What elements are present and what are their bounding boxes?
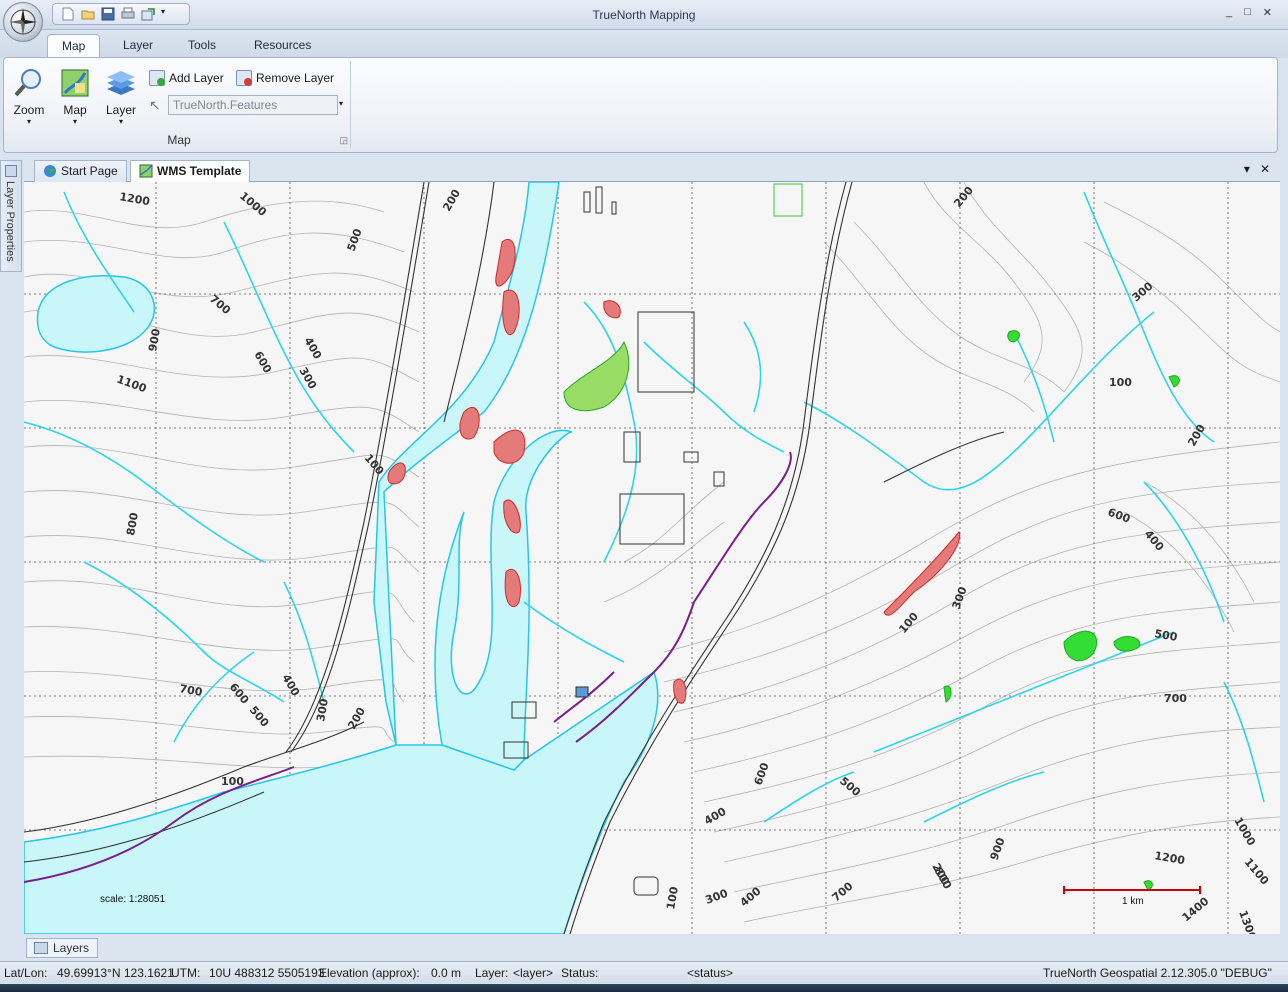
window-controls: _ □ ✕: [1226, 6, 1272, 19]
pointer-arrow-icon: ↖: [149, 96, 161, 113]
ribbon-panel: Zoom ▾ Map ▾ Layer ▾ Add Layer Remove La…: [3, 57, 1278, 153]
map-group: Zoom ▾ Map ▾ Layer ▾ Add Layer Remove La…: [7, 61, 351, 149]
chevron-down-icon: ▾: [72, 117, 77, 126]
contour-label: 100: [1109, 376, 1132, 389]
map-button[interactable]: Map ▾: [55, 67, 95, 127]
layer-status-value: <layer>: [513, 966, 554, 980]
chevron-down-icon: ▾: [26, 117, 31, 126]
layer-properties-label: Layer Properties: [4, 181, 16, 262]
layer-button[interactable]: Layer ▾: [101, 67, 141, 127]
status-bar: Lat/Lon: 49.69913°N 123.1621 UTM: 10U 48…: [0, 961, 1288, 983]
scale-ratio-text: scale: 1:28051: [100, 894, 166, 905]
elevation-value: 0.0 m: [431, 966, 462, 980]
layers-stack-icon: [105, 67, 137, 99]
title-bar: ▾ TrueNorth Mapping _ □ ✕: [0, 0, 1288, 30]
remove-layer-button[interactable]: Remove Layer: [236, 69, 334, 87]
layers-icon: [34, 942, 48, 954]
utm-value: 10U 488312 5505193: [209, 966, 325, 980]
tab-wms-template[interactable]: WMS Template: [130, 160, 251, 182]
globe-icon: [43, 164, 57, 178]
version-text: TrueNorth Geospatial 2.12.305.0 "DEBUG": [1043, 966, 1272, 980]
compass-icon: [9, 8, 37, 36]
map-icon: [139, 164, 153, 178]
status-label: Status:: [561, 966, 599, 980]
latlon-value: 49.69913°N 123.1621: [57, 966, 174, 980]
tab-start-page[interactable]: Start Page: [34, 160, 127, 182]
maximize-button[interactable]: □: [1244, 6, 1251, 19]
close-document-icon[interactable]: ✕: [1260, 162, 1270, 176]
minimize-button[interactable]: _: [1226, 6, 1232, 19]
map-canvas[interactable]: 1200 1000 20050070060040030090011001008007…: [24, 182, 1280, 934]
dialog-launcher-icon[interactable]: ◲: [339, 135, 348, 146]
tab-tools[interactable]: Tools: [174, 34, 230, 58]
tab-resources[interactable]: Resources: [240, 34, 325, 58]
tab-list-dropdown-icon[interactable]: ▾: [1244, 162, 1250, 176]
status-value: <status>: [687, 966, 734, 980]
zoom-label: Zoom: [13, 103, 45, 117]
add-layer-button[interactable]: Add Layer: [149, 69, 224, 87]
remove-layer-icon: [236, 70, 252, 86]
window-title: TrueNorth Mapping: [592, 8, 696, 22]
properties-icon: [5, 165, 17, 177]
add-layer-icon: [149, 70, 165, 86]
layers-tab-label: Layers: [53, 941, 90, 955]
start-page-label: Start Page: [61, 164, 118, 178]
map-icon: [59, 67, 91, 99]
group-label: Map: [167, 133, 191, 147]
latlon-label: Lat/Lon:: [4, 966, 48, 980]
bottom-tab-bar: Layers: [24, 936, 1280, 960]
select-layer-tool[interactable]: ↖: [149, 96, 161, 114]
layer-status-label: Layer:: [475, 966, 509, 980]
ribbon-tab-bar: Map Layer Tools Resources: [0, 30, 1288, 58]
layer-properties-panel[interactable]: Layer Properties: [0, 160, 22, 272]
remove-layer-label: Remove Layer: [256, 71, 335, 85]
active-layer-combo[interactable]: TrueNorth.Features: [168, 95, 338, 115]
layer-label: Layer: [105, 103, 137, 117]
combo-dropdown-icon[interactable]: ▾: [339, 99, 343, 108]
tab-layers[interactable]: Layers: [26, 938, 99, 958]
close-button[interactable]: ✕: [1263, 6, 1272, 19]
magnifier-icon: [13, 67, 45, 99]
map-label: Map: [63, 103, 87, 117]
os-taskbar: [0, 984, 1288, 992]
map-view[interactable]: 1200 1000 200 500 700 600 400 300 900 1100 100 800 7…: [24, 182, 1280, 934]
contour-label: 700: [1164, 692, 1187, 705]
chevron-down-icon: ▾: [118, 117, 123, 126]
wms-template-label: WMS Template: [157, 164, 242, 178]
zoom-button[interactable]: Zoom ▾: [9, 67, 49, 127]
tab-map[interactable]: Map: [47, 34, 101, 58]
contour-label: 100: [221, 775, 244, 788]
scale-bar-label: 1 km: [1122, 896, 1144, 907]
application-menu-button[interactable]: [3, 2, 43, 42]
document-controls: ▾ ✕: [1244, 162, 1270, 176]
tab-layer[interactable]: Layer: [109, 34, 167, 58]
document-tab-bar: Start Page WMS Template ▾ ✕: [24, 158, 1280, 182]
utm-label: UTM:: [171, 966, 201, 980]
elevation-label: Elevation (approx):: [319, 966, 420, 980]
add-layer-label: Add Layer: [169, 71, 224, 85]
